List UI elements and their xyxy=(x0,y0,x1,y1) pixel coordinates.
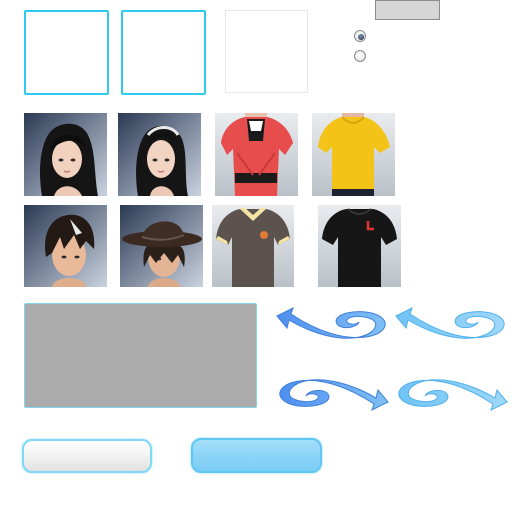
empty-slot-1[interactable] xyxy=(24,10,109,95)
yellow-blouse-icon xyxy=(312,113,395,196)
empty-slot-2[interactable] xyxy=(121,10,206,95)
rotate-left-bottom-button[interactable] xyxy=(275,370,390,412)
rotate-right-spiral-arrow-icon xyxy=(279,379,389,411)
rotate-right-top-button[interactable] xyxy=(394,306,509,348)
rotate-left-spiral-arrow-icon xyxy=(395,307,505,339)
female-top-1-thumb[interactable] xyxy=(215,113,298,196)
male-hair-2-thumb[interactable] xyxy=(120,205,203,287)
male-shirt-2-thumb[interactable] xyxy=(318,205,401,287)
empty-slot-3[interactable] xyxy=(225,10,308,93)
rotate-right-bottom-button[interactable] xyxy=(394,370,509,412)
rotate-left-spiral-arrow-icon xyxy=(276,307,386,339)
radio-option-1[interactable] xyxy=(354,30,366,42)
red-layered-top-icon xyxy=(215,113,298,196)
female-hair-2-thumb[interactable] xyxy=(118,113,201,196)
blue-button[interactable] xyxy=(191,438,322,473)
white-button[interactable] xyxy=(22,439,152,473)
black-tshirt-icon xyxy=(318,205,401,287)
female-top-2-thumb[interactable] xyxy=(312,113,395,196)
grey-polo-shirt-icon xyxy=(212,205,294,287)
female-hair-with-headband-icon xyxy=(118,113,201,196)
female-long-black-hair-icon xyxy=(24,113,107,196)
rotate-right-spiral-arrow-icon xyxy=(398,379,508,411)
preview-area xyxy=(24,303,257,408)
male-spiky-hair-icon xyxy=(24,205,107,287)
top-button[interactable] xyxy=(375,0,440,20)
radio-option-2[interactable] xyxy=(354,50,366,62)
female-hair-1-thumb[interactable] xyxy=(24,113,107,196)
male-hair-1-thumb[interactable] xyxy=(24,205,107,287)
male-hat-icon xyxy=(120,205,203,287)
rotate-left-top-button[interactable] xyxy=(275,306,390,348)
male-shirt-1-thumb[interactable] xyxy=(212,205,294,287)
